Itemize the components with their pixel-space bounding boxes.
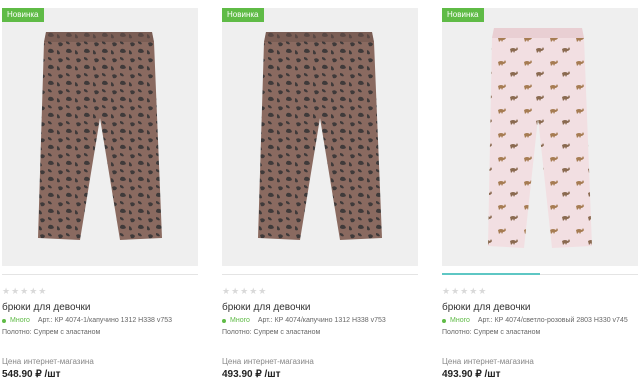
price: 493.90 ₽ /шт [222, 369, 281, 380]
product-title[interactable]: брюки для девочки [442, 302, 531, 313]
product-grid: Новинка ★★★★★ брюки для девочки Много Ар… [0, 0, 640, 384]
price: 548.90 ₽ /шт [2, 369, 61, 380]
divider [540, 274, 638, 275]
fabric-info: Полотно: Супрем с эластаном [442, 329, 541, 336]
product-image[interactable]: Новинка [222, 8, 418, 266]
product-card[interactable]: Новинка ★★★★★ брюки для девочки Много Ар… [442, 0, 638, 384]
product-title[interactable]: брюки для девочки [2, 302, 91, 313]
article-number: Арт.: КР 4074-1/капучино 1312 Н338 v753 [37, 317, 173, 324]
stock-status: Много [10, 317, 30, 324]
new-badge: Новинка [442, 8, 484, 22]
rating-stars[interactable]: ★★★★★ [222, 286, 267, 297]
active-indicator [442, 273, 540, 275]
article-number: Арт.: КР 4074/капучино 1312 Н338 v753 [257, 317, 386, 324]
product-image[interactable]: Новинка [442, 8, 638, 266]
stock-dot-icon [2, 318, 6, 323]
stock-dot-icon [222, 318, 226, 323]
article-number: Арт.: КР 4074/светло-розовый 2803 Н330 v… [477, 317, 628, 324]
product-title[interactable]: брюки для девочки [222, 302, 311, 313]
rating-stars[interactable]: ★★★★★ [2, 286, 47, 297]
product-card[interactable]: Новинка ★★★★★ брюки для девочки Много Ар… [2, 0, 198, 384]
stock-row: Много Арт.: КР 4074-1/капучино 1312 Н338… [2, 317, 172, 324]
price-label: Цена интернет-магазина [222, 357, 314, 366]
stock-row: Много Арт.: КР 4074/светло-розовый 2803 … [442, 317, 628, 324]
divider [222, 274, 418, 275]
fabric-info: Полотно: Супрем с эластаном [2, 329, 101, 336]
price-label: Цена интернет-магазина [2, 357, 94, 366]
rating-stars[interactable]: ★★★★★ [442, 286, 487, 297]
fabric-info: Полотно: Супрем с эластаном [222, 329, 321, 336]
price-label: Цена интернет-магазина [442, 357, 534, 366]
stock-status: Много [230, 317, 250, 324]
stock-row: Много Арт.: КР 4074/капучино 1312 Н338 v… [222, 317, 386, 324]
leopard-leggings-image [258, 32, 382, 240]
price: 493.90 ₽ /шт [442, 369, 501, 380]
leopard-leggings-image [38, 32, 162, 240]
stock-status: Много [450, 317, 470, 324]
product-card[interactable]: Новинка ★★★★★ брюки для девочки Много Ар… [222, 0, 418, 384]
new-badge: Новинка [2, 8, 44, 22]
stock-dot-icon [442, 318, 446, 323]
new-badge: Новинка [222, 8, 264, 22]
product-image[interactable]: Новинка [2, 8, 198, 266]
pink-pony-leggings-image [488, 28, 592, 248]
divider [2, 274, 198, 275]
